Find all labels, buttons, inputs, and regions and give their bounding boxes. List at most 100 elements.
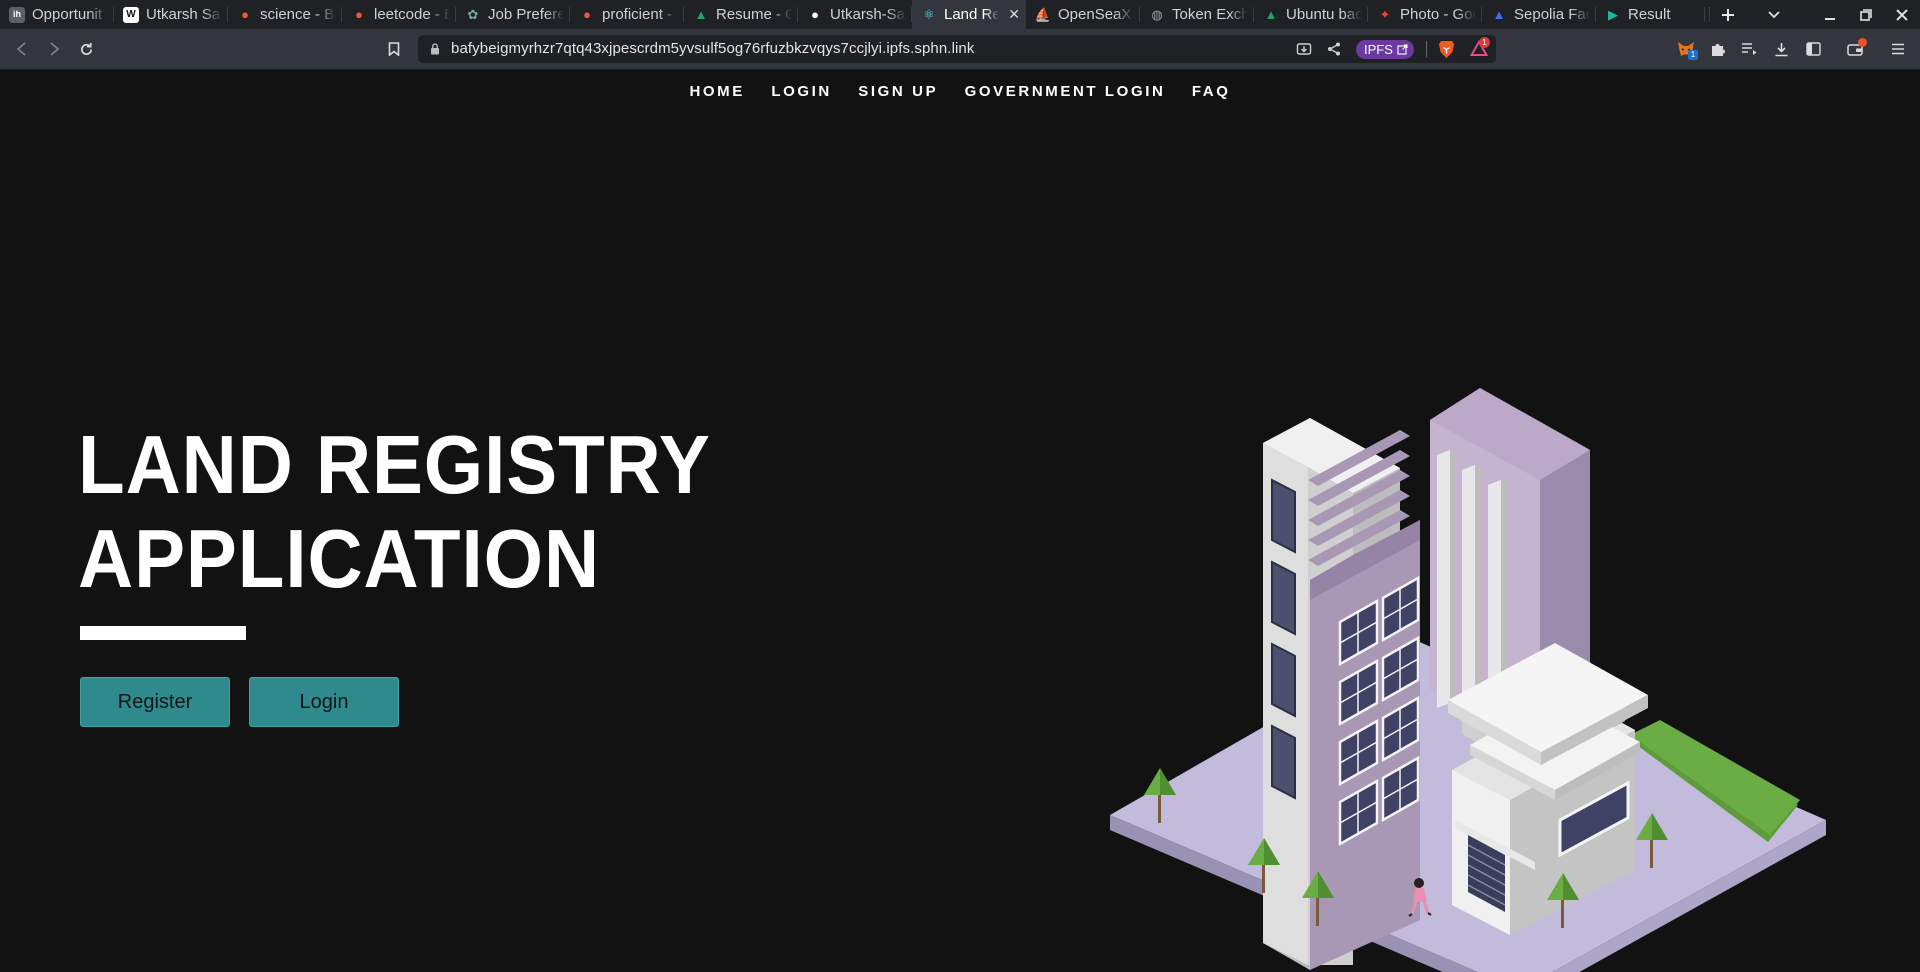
bookmark-icon	[388, 42, 400, 56]
tab-title: Job Prefere	[488, 6, 564, 23]
tab-title: science - Br	[260, 6, 336, 23]
nav-government-login[interactable]: GOVERNMENT LOGIN	[965, 83, 1166, 100]
nav-login[interactable]: LOGIN	[771, 83, 832, 100]
hero-underline	[80, 626, 246, 640]
sidebar-toggle-button[interactable]	[1799, 35, 1827, 63]
tall-office-tower	[1263, 418, 1420, 970]
close-tab-icon[interactable]: ✕	[1008, 6, 1020, 23]
browser-tab[interactable]: ▲ Ubuntu bac	[1254, 0, 1368, 29]
brave-rewards-button[interactable]: 1	[1469, 37, 1490, 62]
browser-tab[interactable]: ih Opportunit	[0, 0, 114, 29]
share-button[interactable]	[1326, 41, 1342, 62]
ipfs-badge[interactable]: IPFS	[1356, 40, 1414, 59]
browser-tab[interactable]: ▲ Sepolia Fau	[1482, 0, 1596, 29]
tab-title: Utkarsh-Sa	[830, 6, 906, 23]
close-window-button[interactable]	[1884, 0, 1920, 29]
metamask-extension-button[interactable]: 1	[1672, 35, 1700, 63]
browser-toolbar: bafybeigmyrhzr7qtq43xjpescrdm5yvsulf5og7…	[0, 29, 1920, 70]
reload-button[interactable]	[72, 35, 100, 63]
tab-title: Token Exch	[1172, 6, 1248, 23]
browser-tab[interactable]: ● proficient -	[570, 0, 684, 29]
browser-tab[interactable]: ✦ Photo - Goo	[1368, 0, 1482, 29]
restore-icon	[1860, 8, 1872, 21]
google-photos-icon: ✦	[1379, 7, 1391, 22]
tab-strip: ih Opportunit W Utkarsh Sa ● science - Br ● lee…	[0, 0, 1920, 29]
nav-sign-up[interactable]: SIGN UP	[858, 83, 938, 100]
tab-title: Result	[1628, 6, 1671, 23]
brave-search-icon: ●	[583, 7, 591, 22]
address-bar[interactable]: bafybeigmyrhzr7qtq43xjpescrdm5yvsulf5og7…	[418, 35, 1496, 63]
minimize-button[interactable]	[1812, 0, 1848, 29]
browser-tab[interactable]: ◍ Token Exch	[1140, 0, 1254, 29]
chatgpt-icon: ✿	[467, 7, 479, 22]
browser-tab[interactable]: ● Utkarsh-Sa	[798, 0, 912, 29]
browser-tab[interactable]: W Utkarsh Sa	[114, 0, 228, 29]
new-tab-button[interactable]	[1710, 0, 1746, 29]
main-nav: HOME LOGIN SIGN UP GOVERNMENT LOGIN FAQ	[0, 83, 1920, 101]
ih-icon: ih	[9, 6, 25, 23]
tab-title: proficient -	[602, 6, 673, 23]
browser-tab[interactable]: ✿ Job Prefere	[456, 0, 570, 29]
bookmark-button[interactable]	[380, 35, 408, 63]
close-icon	[1896, 8, 1908, 21]
share-icon	[1328, 42, 1340, 56]
opensea-icon: ⛵	[1034, 7, 1052, 22]
browser-tab[interactable]: ● leetcode - E	[342, 0, 456, 29]
tab-separator	[1704, 7, 1705, 22]
hamburger-menu-icon	[1892, 43, 1904, 55]
page: HOME LOGIN SIGN UP GOVERNMENT LOGIN FAQ …	[0, 70, 1920, 972]
tab-title: Resume - G	[716, 6, 792, 23]
login-button[interactable]: Login	[249, 677, 399, 727]
browser-tab[interactable]: ▶ Result	[1596, 0, 1710, 29]
tab-title: OpenSeaX	[1058, 6, 1132, 23]
extensions-button[interactable]	[1704, 35, 1732, 63]
W-icon: W	[123, 6, 139, 23]
playlist-button[interactable]	[1735, 35, 1763, 63]
browser-tab[interactable]: ⚛ Land Re ✕	[912, 0, 1026, 29]
browser-tab[interactable]: ⛵ OpenSeaX	[1026, 0, 1140, 29]
tab-title: Ubuntu bac	[1286, 6, 1362, 23]
wallet-button[interactable]	[1841, 35, 1869, 63]
restore-button[interactable]	[1848, 0, 1884, 29]
browser-tab[interactable]: ● science - Br	[228, 0, 342, 29]
nav-faq[interactable]: FAQ	[1192, 83, 1231, 100]
city-buildings-illustration	[1110, 388, 1826, 972]
forward-arrow-icon	[50, 42, 60, 56]
tab-title: Sepolia Fau	[1514, 6, 1590, 23]
puzzle-piece-icon	[1712, 44, 1725, 56]
tab-list: ih Opportunit W Utkarsh Sa ● science - Br ● lee…	[0, 0, 1710, 29]
tab-search-button[interactable]	[1756, 0, 1792, 29]
brave-lion-icon	[1439, 41, 1454, 58]
menu-button[interactable]	[1884, 35, 1912, 63]
url-divider	[1426, 41, 1427, 57]
brave-shields-button[interactable]	[1438, 40, 1455, 64]
back-button[interactable]	[8, 35, 36, 63]
play-icon: ▶	[1608, 7, 1618, 22]
google-drive-icon: ▲	[1264, 7, 1278, 22]
browser-tab[interactable]: ▲ Resume - G	[684, 0, 798, 29]
ipfs-label: IPFS	[1364, 42, 1393, 57]
install-app-button[interactable]	[1296, 41, 1312, 62]
hero-title: LAND REGISTRY APPLICATION	[78, 418, 711, 606]
brave-search-icon: ●	[355, 7, 363, 22]
nav-home[interactable]: HOME	[689, 83, 744, 100]
downloads-button[interactable]	[1767, 35, 1795, 63]
url-text[interactable]: bafybeigmyrhzr7qtq43xjpescrdm5yvsulf5og7…	[451, 35, 974, 63]
tab-title: Photo - Goo	[1400, 6, 1476, 23]
tab-title: leetcode - E	[374, 6, 450, 23]
google-drive-icon: ▲	[694, 7, 708, 22]
forward-button[interactable]	[40, 35, 68, 63]
tab-title: Land Re	[944, 6, 1000, 23]
alchemy-icon: ▲	[1492, 7, 1506, 22]
chevron-down-icon	[1768, 10, 1780, 18]
minimize-icon	[1825, 17, 1835, 20]
lock-icon	[431, 43, 439, 55]
register-button[interactable]: Register	[80, 677, 230, 727]
tab-title: Utkarsh Sa	[146, 6, 221, 23]
reload-icon	[80, 42, 92, 55]
rewards-badge: 1	[1479, 37, 1490, 48]
window-controls	[1756, 0, 1920, 29]
brave-search-icon: ●	[241, 7, 249, 22]
back-arrow-icon	[16, 42, 26, 56]
